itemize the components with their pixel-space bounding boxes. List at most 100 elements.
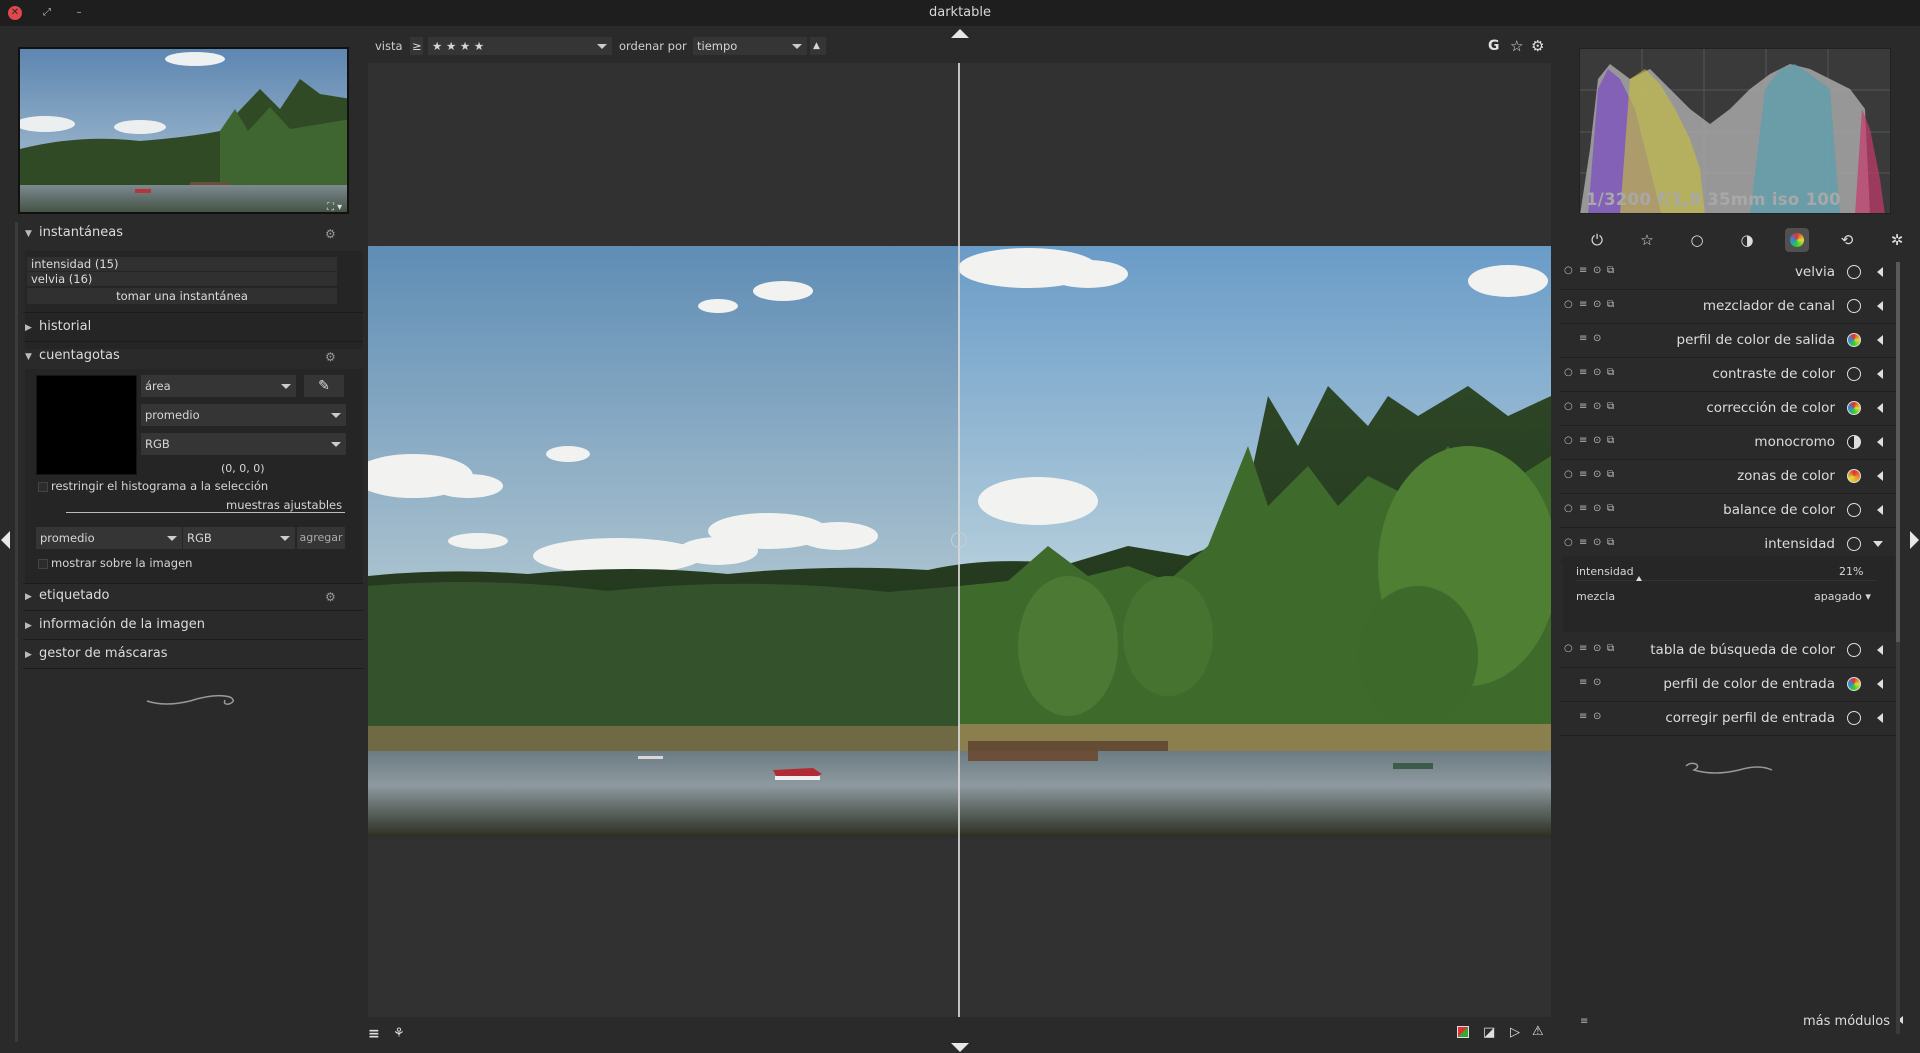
- module-reset-icon[interactable]: ⊙: [1593, 401, 1601, 412]
- module-instance-icon[interactable]: ⧉: [1607, 435, 1614, 446]
- history-section-header[interactable]: ▶ historial: [25, 319, 363, 343]
- gear-icon[interactable]: ⚙: [1531, 37, 1544, 55]
- module-expand-icon[interactable]: [1877, 369, 1883, 379]
- restrict-histogram-checkbox[interactable]: [38, 482, 48, 492]
- module-color-contrast[interactable]: ○ ≡ ⊙ ⧉ contraste de color: [1559, 357, 1899, 391]
- module-instance-icon[interactable]: ⧉: [1607, 299, 1614, 310]
- module-instance-icon[interactable]: ⧉: [1607, 367, 1614, 378]
- module-input-profile[interactable]: ≡ ⊙ perfil de color de entrada: [1559, 667, 1899, 701]
- gamut-check-icon[interactable]: ⚠: [1532, 1024, 1544, 1039]
- module-reset-icon[interactable]: ⊙: [1593, 469, 1601, 480]
- module-power-icon[interactable]: ○: [1564, 401, 1573, 412]
- module-instance-icon[interactable]: ⧉: [1607, 537, 1614, 548]
- module-expand-icon[interactable]: [1877, 471, 1883, 481]
- module-reset-icon[interactable]: ⊙: [1593, 367, 1601, 378]
- module-instance-icon[interactable]: ⧉: [1607, 265, 1614, 276]
- presets-menu-icon[interactable]: ≡: [368, 1026, 380, 1042]
- module-presets-icon[interactable]: ≡: [1579, 711, 1587, 722]
- module-power-icon[interactable]: ○: [1564, 503, 1573, 514]
- module-expand-icon[interactable]: [1877, 713, 1883, 723]
- rating-filter-select[interactable]: ★ ★ ★ ★: [428, 37, 612, 55]
- circle-icon[interactable]: ○: [1685, 228, 1709, 252]
- module-power-icon[interactable]: ○: [1564, 299, 1573, 310]
- colorpicker-preset-icon[interactable]: ⚙: [325, 350, 336, 364]
- module-presets-icon[interactable]: ≡: [1579, 333, 1587, 344]
- vibrance-slider-track[interactable]: [1576, 580, 1876, 581]
- module-lut[interactable]: ○ ≡ ⊙ ⧉ tabla de búsqueda de color: [1559, 633, 1899, 667]
- module-expand-icon[interactable]: [1877, 645, 1883, 655]
- module-expand-icon[interactable]: [1877, 403, 1883, 413]
- snapshots-section-header[interactable]: ▼ instantáneas ⚙: [25, 225, 363, 249]
- tagging-section-header[interactable]: ▶ etiquetado ⚙: [25, 588, 363, 612]
- raw-overexposed-icon[interactable]: ◪: [1483, 1025, 1495, 1040]
- tone-icon[interactable]: ◑: [1735, 228, 1759, 252]
- module-presets-icon[interactable]: ≡: [1579, 643, 1587, 654]
- more-modules-menu-icon[interactable]: ≡: [1580, 1016, 1588, 1027]
- sample-color-model-select[interactable]: RGB: [183, 527, 295, 549]
- mask-manager-section-header[interactable]: ▶ gestor de máscaras: [25, 646, 363, 670]
- tagging-preset-icon[interactable]: ⚙: [325, 590, 336, 604]
- module-expand-icon[interactable]: [1877, 267, 1883, 277]
- module-reset-icon[interactable]: ⊙: [1593, 435, 1601, 446]
- vibrance-slider-marker[interactable]: [1636, 576, 1642, 581]
- more-modules-label[interactable]: más módulos: [1803, 1014, 1890, 1029]
- module-presets-icon[interactable]: ≡: [1579, 435, 1587, 446]
- module-monochrome[interactable]: ○ ≡ ⊙ ⧉ monocromo: [1559, 425, 1899, 459]
- module-instance-icon[interactable]: ⧉: [1607, 643, 1614, 654]
- star-icon[interactable]: ☆: [1635, 228, 1659, 252]
- module-presets-icon[interactable]: ≡: [1579, 401, 1587, 412]
- module-power-icon[interactable]: ○: [1564, 367, 1573, 378]
- module-expand-icon[interactable]: [1877, 335, 1883, 345]
- module-expand-icon[interactable]: [1877, 679, 1883, 689]
- power-icon[interactable]: ⏻: [1585, 228, 1609, 252]
- rating-operator-select[interactable]: ≥: [410, 37, 423, 55]
- module-color-balance[interactable]: ○ ≡ ⊙ ⧉ balance de color: [1559, 493, 1899, 527]
- module-presets-icon[interactable]: ≡: [1579, 469, 1587, 480]
- module-expand-icon[interactable]: [1877, 437, 1883, 447]
- module-instance-icon[interactable]: ⧉: [1607, 503, 1614, 514]
- effect-icon[interactable]: ✲: [1885, 228, 1909, 252]
- right-panel-scroll-thumb[interactable]: [1896, 262, 1900, 642]
- module-reset-icon[interactable]: ⊙: [1593, 643, 1601, 654]
- styles-icon[interactable]: ⚘: [393, 1026, 405, 1041]
- module-power-icon[interactable]: ○: [1564, 469, 1573, 480]
- module-expand-icon[interactable]: [1877, 505, 1883, 515]
- module-velvia[interactable]: ○ ≡ ⊙ ⧉ velvia: [1559, 255, 1899, 289]
- add-sample-button[interactable]: agregar: [297, 527, 345, 549]
- module-expand-icon[interactable]: [1877, 301, 1883, 311]
- grouping-button[interactable]: G: [1488, 38, 1500, 54]
- module-reset-icon[interactable]: ⊙: [1593, 299, 1601, 310]
- module-expand-icon[interactable]: [1873, 541, 1883, 547]
- snapshots-preset-icon[interactable]: ⚙: [325, 227, 336, 241]
- split-rotate-handle[interactable]: [951, 532, 967, 548]
- sample-statistic-select[interactable]: promedio: [36, 527, 182, 549]
- module-reset-icon[interactable]: ⊙: [1593, 333, 1601, 344]
- sort-direction-button[interactable]: ▲: [810, 37, 826, 55]
- picker-mode-select[interactable]: área: [141, 375, 296, 397]
- color-assessment-icon[interactable]: [1457, 1026, 1469, 1038]
- collapse-left-panel-arrow[interactable]: [1, 531, 10, 549]
- correct-icon[interactable]: ⟲: [1835, 228, 1859, 252]
- expand-thumbnail-icon[interactable]: ⛶ ▾: [327, 202, 342, 213]
- collapse-right-panel-arrow[interactable]: [1910, 531, 1919, 549]
- module-power-icon[interactable]: ○: [1564, 435, 1573, 446]
- module-presets-icon[interactable]: ≡: [1579, 265, 1587, 276]
- display-on-image-checkbox[interactable]: [38, 559, 48, 569]
- module-power-icon[interactable]: ○: [1564, 537, 1573, 548]
- sort-order-select[interactable]: tiempo: [693, 37, 807, 55]
- module-reset-icon[interactable]: ⊙: [1593, 711, 1601, 722]
- module-presets-icon[interactable]: ≡: [1579, 503, 1587, 514]
- color-icon[interactable]: [1785, 228, 1809, 252]
- softproof-icon[interactable]: ▷: [1510, 1025, 1520, 1040]
- navigation-thumbnail[interactable]: [18, 47, 349, 214]
- module-reset-icon[interactable]: ⊙: [1593, 503, 1601, 514]
- image-info-section-header[interactable]: ▶ información de la imagen: [25, 617, 363, 641]
- module-power-icon[interactable]: ○: [1564, 265, 1573, 276]
- module-reset-icon[interactable]: ⊙: [1593, 677, 1601, 688]
- take-snapshot-button[interactable]: tomar una instantánea: [27, 288, 337, 304]
- eyedropper-button[interactable]: ✎: [304, 375, 344, 397]
- module-color-zones[interactable]: ○ ≡ ⊙ ⧉ zonas de color: [1559, 459, 1899, 493]
- module-presets-icon[interactable]: ≡: [1579, 677, 1587, 688]
- module-reset-icon[interactable]: ⊙: [1593, 537, 1601, 548]
- module-instance-icon[interactable]: ⧉: [1607, 469, 1614, 480]
